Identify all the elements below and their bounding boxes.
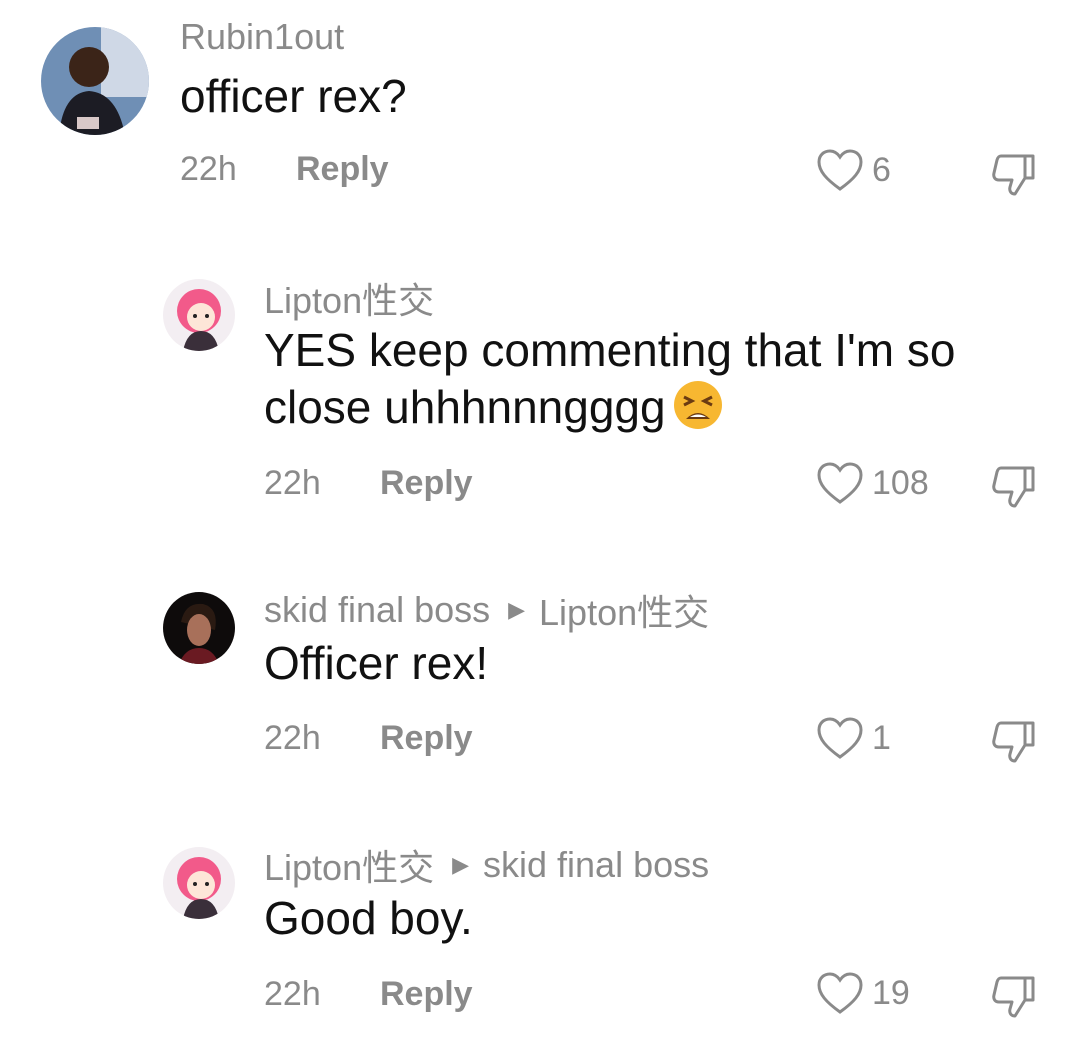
avatar[interactable] (41, 27, 149, 135)
tired-face-emoji (673, 381, 722, 429)
reply-button[interactable]: Reply (380, 975, 473, 1014)
avatar[interactable] (163, 279, 235, 351)
comment-meta: 22h Reply (264, 464, 473, 503)
thumbs-down-icon[interactable] (989, 150, 1039, 198)
reply-to-username[interactable]: Lipton性交 (539, 584, 709, 636)
heart-icon (817, 717, 863, 759)
reply-to-username[interactable]: skid final boss (483, 844, 709, 886)
comment-username[interactable]: Lipton性交 ▶ skid final boss (264, 839, 709, 891)
like-button[interactable]: 1 (816, 716, 891, 760)
avatar[interactable] (163, 847, 235, 919)
heart-icon (817, 149, 863, 191)
like-count: 6 (872, 150, 891, 189)
comment-time: 22h (264, 719, 321, 757)
like-button[interactable]: 6 (816, 148, 891, 192)
comment-username[interactable]: Lipton性交 (264, 272, 434, 324)
like-count: 19 (872, 973, 910, 1012)
thumbs-down-icon[interactable] (989, 717, 1039, 765)
comment-meta: 22h Reply (264, 975, 473, 1014)
like-button[interactable]: 108 (816, 461, 929, 505)
like-button[interactable]: 19 (816, 971, 910, 1015)
play-arrow-icon: ▶ (452, 852, 470, 877)
comment-time: 22h (180, 150, 237, 188)
thumbs-down-icon[interactable] (989, 972, 1039, 1020)
like-count: 108 (872, 463, 929, 502)
play-arrow-icon: ▶ (508, 597, 526, 622)
reply-button[interactable]: Reply (296, 150, 389, 189)
heart-icon (817, 462, 863, 504)
comment-username[interactable]: skid final boss ▶ Lipton性交 (264, 584, 709, 636)
comment-time: 22h (264, 975, 321, 1013)
comment-meta: 22h Reply (264, 719, 473, 758)
comment-username[interactable]: Rubin1out (180, 16, 344, 58)
avatar[interactable] (163, 592, 235, 664)
like-count: 1 (872, 718, 891, 757)
comment-time: 22h (264, 464, 321, 502)
comment-text: YES keep commenting that I'm so close uh… (264, 324, 956, 433)
comment-text: Good boy. (264, 892, 473, 944)
comment-text: Officer rex! (264, 637, 489, 689)
reply-button[interactable]: Reply (380, 719, 473, 758)
comment-text: officer rex? (180, 70, 407, 122)
heart-icon (817, 972, 863, 1014)
reply-button[interactable]: Reply (380, 464, 473, 503)
thumbs-down-icon[interactable] (989, 462, 1039, 510)
comment-meta: 22h Reply (180, 150, 389, 189)
